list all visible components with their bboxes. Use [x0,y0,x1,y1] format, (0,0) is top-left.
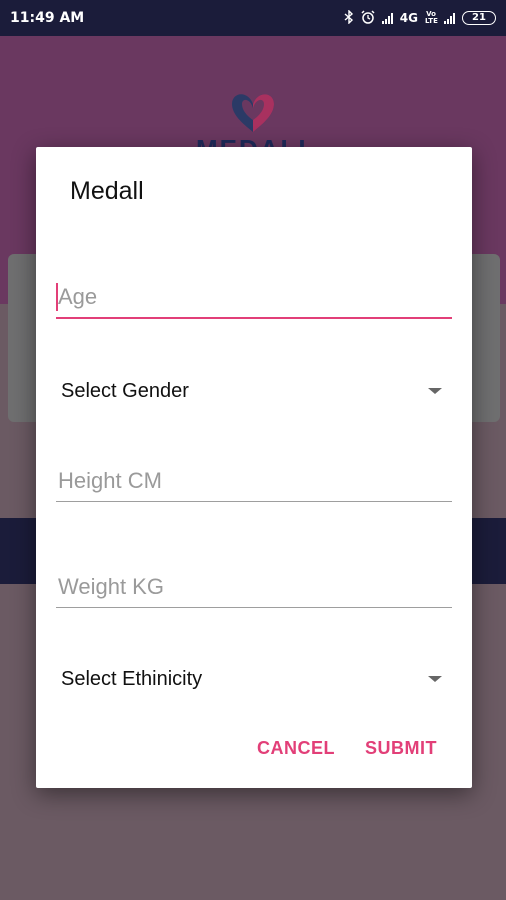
signal-icon [381,12,393,24]
background-navy-strip [0,518,40,584]
alarm-icon [361,9,375,27]
gender-select[interactable]: Select Gender [56,377,452,405]
volte-badge: Vo LTE [425,10,438,25]
signal-icon-2 [444,12,455,24]
dialog-title: Medall [70,177,144,205]
dropdown-arrow-icon [428,388,442,394]
cancel-button[interactable]: CANCEL [257,738,335,759]
network-type: 4G [399,11,418,25]
dropdown-arrow-icon [428,676,442,682]
medall-logo-icon [232,94,274,132]
text-cursor [56,283,58,311]
weight-placeholder: Weight KG [58,574,164,599]
age-input[interactable]: Age [56,283,452,319]
status-time: 11:49 AM [10,10,85,26]
height-placeholder: Height CM [58,468,162,493]
profile-dialog: Medall Age Select Gender Height CM Weigh… [36,147,472,788]
status-bar: 11:49 AM 4G Vo LTE 21 [0,0,506,36]
bluetooth-icon [344,8,354,27]
submit-button[interactable]: SUBMIT [365,738,437,759]
status-icons: 4G Vo LTE 21 [344,8,496,27]
battery-icon: 21 [462,11,496,25]
ethnicity-select-label: Select Ethinicity [61,668,203,690]
weight-input[interactable]: Weight KG [56,573,452,608]
background-navy-strip-right [472,518,506,584]
ethnicity-select[interactable]: Select Ethinicity [56,665,452,693]
age-placeholder: Age [58,284,98,309]
background-logo-text: MEDALL [196,134,306,148]
height-input[interactable]: Height CM [56,467,452,502]
gender-select-label: Select Gender [61,380,189,402]
